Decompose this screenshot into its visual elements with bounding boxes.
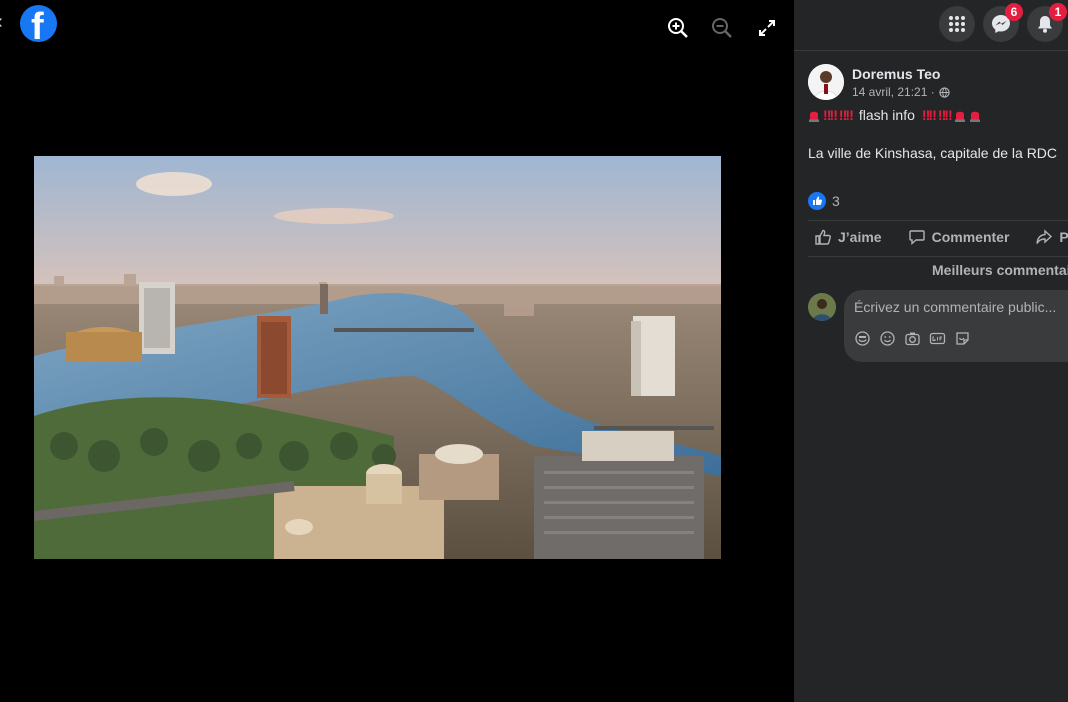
notifications-badge: 1	[1049, 3, 1067, 21]
post-side-panel: 6 1 Doremus Teo 14 avril, 21:21 · ‼‼ ‼‼ …	[794, 0, 1068, 702]
reaction-count: 3	[832, 193, 840, 209]
thumbs-up-icon	[815, 229, 831, 245]
post-actions: J’aime Commenter Pa	[814, 228, 1068, 246]
composer-tools	[854, 330, 971, 347]
comment-sort-dropdown[interactable]: Meilleurs commentai	[932, 262, 1068, 278]
post-photo	[34, 156, 721, 559]
share-button[interactable]: Pa	[1035, 228, 1068, 246]
siren-icon	[809, 111, 819, 122]
fullscreen-icon[interactable]	[756, 17, 778, 39]
share-label: Pa	[1059, 229, 1068, 245]
close-viewer-icon[interactable]: ‹	[0, 12, 3, 32]
comment-label: Commenter	[931, 229, 1010, 245]
post-timestamp[interactable]: 14 avril, 21:21 ·	[852, 85, 935, 99]
author-avatar[interactable]	[808, 64, 844, 100]
double-exclamation-icon: ‼‼	[937, 107, 953, 123]
photo-viewer: ‹ f	[0, 0, 794, 702]
like-label: J’aime	[838, 229, 882, 245]
divider	[808, 220, 1068, 221]
messenger-badge: 6	[1005, 3, 1023, 21]
comment-input[interactable]: Écrivez un commentaire public...	[854, 299, 1056, 315]
post-text-flash-info: flash info	[858, 107, 915, 123]
reactions-summary[interactable]: 3	[808, 192, 840, 210]
camera-icon[interactable]	[904, 330, 921, 347]
siren-icon	[954, 111, 965, 122]
author-name[interactable]: Doremus Teo	[852, 66, 940, 82]
messenger-button[interactable]: 6	[983, 3, 1023, 42]
emoji-icon[interactable]	[879, 330, 896, 347]
globe-icon	[939, 86, 950, 98]
grid-menu-icon	[949, 16, 965, 32]
menu-button[interactable]	[939, 6, 975, 42]
post-meta: 14 avril, 21:21 ·	[852, 85, 950, 99]
comment-composer[interactable]: Écrivez un commentaire public...	[844, 290, 1068, 362]
post-text-line1: ‼‼ ‼‼ flash info ‼‼ ‼‼	[808, 107, 981, 123]
like-reaction-icon	[808, 192, 826, 210]
zoom-in-icon[interactable]	[667, 17, 689, 39]
notifications-button[interactable]: 1	[1027, 3, 1067, 42]
double-exclamation-icon: ‼‼	[823, 107, 838, 123]
gif-icon[interactable]	[929, 330, 946, 347]
divider	[808, 256, 1068, 257]
comment-icon	[908, 230, 925, 246]
top-bar: 6 1	[794, 0, 1068, 51]
comment-button[interactable]: Commenter	[908, 228, 1010, 246]
facebook-logo-letter: f	[31, 6, 44, 42]
avatar-sticker-icon[interactable]	[854, 330, 871, 347]
post-text-line2: La ville de Kinshasa, capitale de la RDC	[808, 145, 1058, 161]
zoom-out-icon[interactable]	[711, 17, 733, 39]
like-button[interactable]: J’aime	[814, 228, 882, 246]
current-user-avatar[interactable]	[808, 293, 836, 321]
double-exclamation-icon: ‼‼	[838, 107, 854, 123]
share-icon	[1036, 229, 1053, 244]
siren-icon	[969, 111, 980, 122]
sticker-icon[interactable]	[954, 330, 971, 347]
double-exclamation-icon: ‼‼	[921, 107, 937, 123]
facebook-logo[interactable]: f	[20, 5, 57, 42]
